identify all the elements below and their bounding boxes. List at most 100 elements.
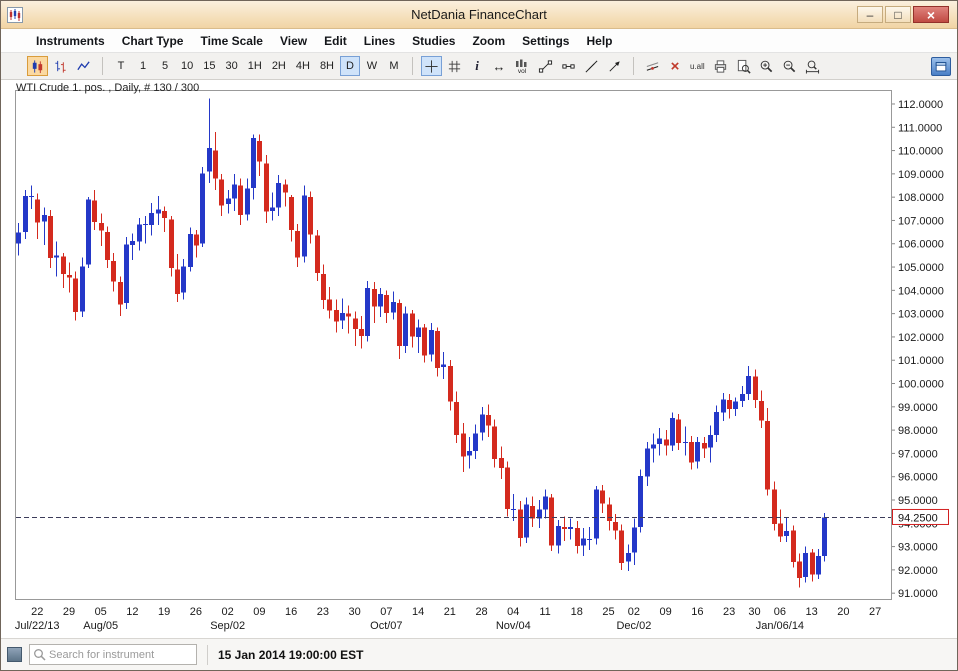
candle-body: [289, 197, 294, 230]
timeframe-15-button[interactable]: 15: [199, 56, 219, 76]
scroll-horizontal-button[interactable]: ↔: [489, 56, 509, 76]
candle-body: [200, 174, 205, 244]
candle-body: [524, 505, 529, 538]
menu-instruments[interactable]: Instruments: [36, 34, 105, 48]
instrument-label: WTI Crude 1. pos. , Daily, # 130 / 300: [16, 82, 199, 94]
menu-time-scale[interactable]: Time Scale: [200, 34, 262, 48]
channel-button[interactable]: [581, 56, 602, 76]
x-tick-label: 07: [380, 606, 392, 618]
candle-body: [359, 329, 364, 336]
y-tick-label: 101.0000: [898, 355, 944, 367]
candlestick-chart-button[interactable]: [27, 56, 48, 76]
candle-body: [334, 310, 339, 321]
candle-body: [391, 302, 396, 312]
menu-view[interactable]: View: [280, 34, 307, 48]
search-input[interactable]: [49, 649, 196, 661]
timeframe-4h-button[interactable]: 4H: [292, 56, 314, 76]
candle-body: [702, 443, 707, 448]
print-button[interactable]: [710, 56, 731, 76]
candle-body: [556, 526, 561, 545]
x-month-label: Jan/06/14: [756, 620, 804, 632]
candle-body: [600, 491, 605, 504]
crosshair-button[interactable]: [421, 56, 442, 76]
candle-body: [378, 294, 383, 307]
chart-type-group: [27, 56, 94, 76]
candle-body: [238, 186, 243, 216]
candle-body: [48, 216, 53, 258]
info-button[interactable]: i: [467, 56, 487, 76]
menu-zoom[interactable]: Zoom: [472, 34, 505, 48]
menu-lines[interactable]: Lines: [364, 34, 395, 48]
candle-body: [327, 300, 332, 311]
maximize-button[interactable]: □: [885, 6, 911, 23]
candle-body: [194, 234, 199, 245]
candle-body: [657, 438, 662, 444]
price-chart[interactable]: 112.0000111.0000110.0000109.0000108.0000…: [1, 80, 958, 640]
print-preview-button[interactable]: [733, 56, 754, 76]
timeframe-2h-button[interactable]: 2H: [268, 56, 290, 76]
volume-button[interactable]: vol: [511, 56, 533, 76]
candle-body: [518, 509, 523, 538]
candle-body: [118, 282, 123, 304]
price-axis[interactable]: 112.0000111.0000110.0000109.0000108.0000…: [892, 99, 944, 600]
search-box[interactable]: [29, 644, 197, 665]
menu-settings[interactable]: Settings: [522, 34, 569, 48]
menu-studies[interactable]: Studies: [412, 34, 455, 48]
candle-body: [568, 527, 573, 529]
zoom-out-button[interactable]: [779, 56, 800, 76]
candle-body: [676, 420, 681, 444]
timeframe-5-button[interactable]: 5: [155, 56, 175, 76]
line-chart-button[interactable]: [73, 56, 94, 76]
candle-body: [276, 183, 281, 207]
trend-line-button[interactable]: [535, 56, 556, 76]
zoom-interval-button[interactable]: [802, 56, 823, 76]
x-tick-label: 14: [412, 606, 424, 618]
y-tick-label: 98.0000: [898, 425, 938, 437]
horizontal-line-button[interactable]: [558, 56, 579, 76]
draw-tools-group: [535, 56, 625, 76]
timeframe-10-button[interactable]: 10: [177, 56, 197, 76]
instrument-grid-icon[interactable]: [7, 647, 22, 662]
x-tick-label: 04: [507, 606, 519, 618]
minimize-button[interactable]: –: [857, 6, 883, 23]
timeframe-t-button[interactable]: T: [111, 56, 131, 76]
menu-help[interactable]: Help: [586, 34, 612, 48]
timeframe-8h-button[interactable]: 8H: [316, 56, 338, 76]
candle-body: [143, 224, 148, 225]
candle-body: [105, 232, 110, 260]
timeframe-30-button[interactable]: 30: [222, 56, 242, 76]
timeframe-1h-button[interactable]: 1H: [244, 56, 266, 76]
timeframe-1-button[interactable]: 1: [133, 56, 153, 76]
x-tick-label: 02: [222, 606, 234, 618]
candle-body: [530, 506, 535, 519]
zoom-in-button[interactable]: [756, 56, 777, 76]
timeframe-w-button[interactable]: W: [362, 56, 382, 76]
close-button[interactable]: ×: [913, 6, 949, 23]
timeframe-d-button[interactable]: D: [340, 56, 360, 76]
delete-line-button[interactable]: ×: [665, 56, 685, 76]
y-tick-label: 93.0000: [898, 542, 938, 554]
menu-chart-type[interactable]: Chart Type: [122, 34, 184, 48]
x-tick-label: 23: [317, 606, 329, 618]
title-bar[interactable]: NetDania FinanceChart – □ ×: [1, 1, 957, 29]
chart-windows-button[interactable]: [931, 57, 951, 76]
edit-lines-button[interactable]: [642, 56, 663, 76]
candle-body: [365, 288, 370, 336]
grid-button[interactable]: [444, 56, 465, 76]
arrow-line-button[interactable]: [604, 56, 625, 76]
remove-all-button[interactable]: u.all: [687, 56, 708, 76]
candle-body: [708, 435, 713, 448]
timeframe-m-button[interactable]: M: [384, 56, 404, 76]
candle-body: [422, 328, 427, 356]
candle-body: [759, 401, 764, 420]
x-tick-label: 27: [869, 606, 881, 618]
x-tick-label: 20: [837, 606, 849, 618]
bar-chart-button[interactable]: [50, 56, 71, 76]
candle-body: [372, 289, 377, 306]
x-tick-label: 25: [602, 606, 614, 618]
menu-edit[interactable]: Edit: [324, 34, 347, 48]
current-price-label: 94.2500: [898, 512, 938, 524]
candle-body: [454, 402, 459, 435]
time-axis[interactable]: 2229051219260209162330071421280411182502…: [15, 606, 881, 632]
candle-body: [213, 151, 218, 179]
